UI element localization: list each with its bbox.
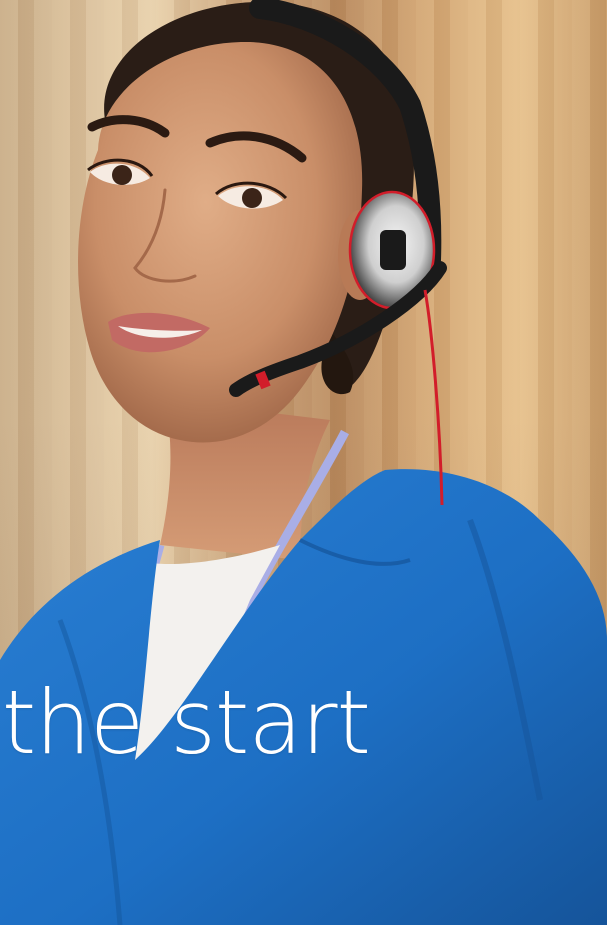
headline-line-1: m the start [0,671,371,774]
headline: m the start s [0,671,371,858]
hero-image: m the start s [0,0,607,925]
headline-line-2: s [0,768,370,858]
right-iris [242,188,262,208]
left-iris [112,165,132,185]
face [78,41,363,443]
